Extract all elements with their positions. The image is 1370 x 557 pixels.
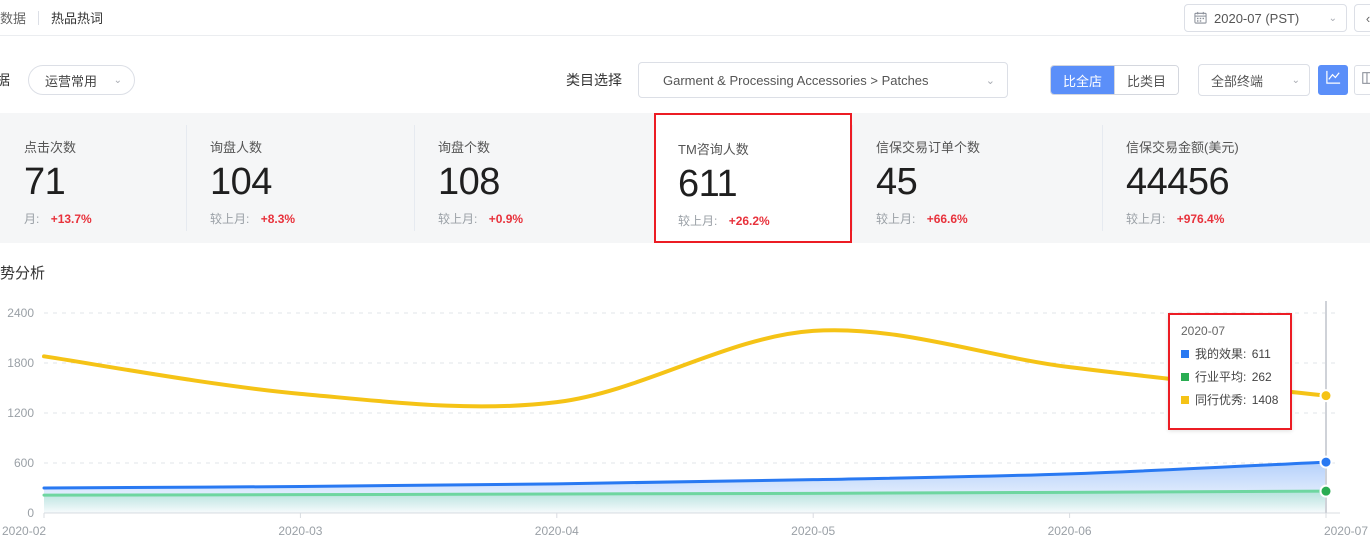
- metric-card-value: 108: [438, 160, 654, 204]
- prev-period-button[interactable]: ‹: [1354, 4, 1370, 32]
- preset-dropdown-value: 运营常用: [45, 71, 97, 90]
- tooltip-series-value: 611: [1252, 347, 1271, 361]
- terminal-select[interactable]: 全部终端 ⌄: [1198, 64, 1310, 96]
- trend-chart: 0 600 1200 1800 2400 2020-02 2020-03 2020-04 202…: [0, 295, 1370, 557]
- metric-card-compare: 月: +13.7%: [24, 210, 186, 227]
- metric-card-value: 71: [24, 160, 186, 204]
- category-select-value: Garment & Processing Accessories > Patch…: [663, 73, 986, 88]
- chevron-down-icon: ⌄: [114, 75, 122, 86]
- svg-text:2020-02: 2020-02: [2, 524, 46, 538]
- breadcrumb-item-data[interactable]: 数据: [0, 8, 38, 27]
- svg-text:600: 600: [14, 456, 34, 470]
- metric-card-title: 信保交易订单个数: [876, 137, 1102, 156]
- chevron-down-icon: ⌄: [1292, 75, 1300, 86]
- line-chart-view-button[interactable]: [1318, 65, 1348, 95]
- preset-dropdown[interactable]: 运营常用 ⌄: [28, 65, 135, 95]
- category-select[interactable]: Garment & Processing Accessories > Patch…: [638, 62, 1008, 98]
- metric-card-compare: 较上月: +976.4%: [1126, 210, 1370, 227]
- breadcrumb: 数据 热品热词: [0, 8, 115, 27]
- compare-toggle-all-store[interactable]: 比全店: [1051, 66, 1114, 94]
- svg-text:1200: 1200: [7, 406, 34, 420]
- data-label: 数据: [0, 70, 10, 90]
- table-icon: [1361, 70, 1370, 91]
- category-label: 类目选择: [566, 70, 622, 90]
- tooltip-colon: :: [1243, 393, 1250, 407]
- metric-card-compare: 较上月: +8.3%: [210, 210, 414, 227]
- breadcrumb-item-hot-words[interactable]: 热品热词: [39, 8, 115, 27]
- compare-toggle-group: 比全店 比类目: [1050, 65, 1179, 95]
- metric-card-value: 44456: [1126, 160, 1370, 204]
- svg-text:1800: 1800: [7, 356, 34, 370]
- metric-card-clicks[interactable]: 点击次数 71 月: +13.7%: [0, 113, 186, 243]
- tooltip-series-name: 行业平均: [1195, 368, 1243, 385]
- series-swatch-icon: [1181, 350, 1189, 358]
- chevron-down-icon: ⌄: [1329, 13, 1337, 24]
- metric-card-compare-label: 较上月:: [1126, 212, 1165, 226]
- metric-card-title: 信保交易金额(美元): [1126, 137, 1370, 156]
- tooltip-series-value: 262: [1252, 370, 1272, 384]
- svg-text:0: 0: [27, 506, 34, 520]
- metric-card-compare: 较上月: +0.9%: [438, 210, 654, 227]
- tooltip-series-value: 1408: [1252, 393, 1279, 407]
- metric-card-compare-label: 较上月:: [678, 214, 717, 228]
- compare-toggle-category[interactable]: 比类目: [1114, 66, 1178, 94]
- trend-chart-canvas: 0 600 1200 1800 2400 2020-02 2020-03 2020-04 202…: [0, 295, 1370, 557]
- metric-card-delta: +26.2%: [729, 214, 770, 228]
- metric-card-delta: +0.9%: [489, 212, 523, 226]
- metric-card-value: 104: [210, 160, 414, 204]
- metric-card-compare-label: 月:: [24, 212, 39, 226]
- tooltip-row: 行业平均 : 262: [1181, 368, 1279, 385]
- tooltip-series-name: 我的效果: [1195, 345, 1243, 362]
- metric-card-delta: +13.7%: [51, 212, 92, 226]
- top-bar: 数据 热品热词: [0, 0, 1370, 36]
- metric-card-delta: +976.4%: [1177, 212, 1225, 226]
- svg-text:2020-05: 2020-05: [791, 524, 835, 538]
- metric-card-delta: +8.3%: [261, 212, 295, 226]
- metric-card-compare-label: 较上月:: [438, 212, 477, 226]
- metric-card-compare: 较上月: +66.6%: [876, 210, 1102, 227]
- metric-card-value: 611: [678, 162, 850, 206]
- tooltip-colon: :: [1243, 370, 1250, 384]
- tooltip-series-name: 同行优秀: [1195, 391, 1243, 408]
- calendar-icon: [1194, 11, 1207, 26]
- metric-card-title: 询盘人数: [210, 137, 414, 156]
- metric-card-title: 询盘个数: [438, 137, 654, 156]
- top-bar-actions: 2020-07 (PST) ⌄ ‹: [1184, 0, 1370, 36]
- metric-card-compare-label: 较上月:: [210, 212, 249, 226]
- metric-card-title: TM咨询人数: [678, 139, 850, 158]
- metric-card-title: 点击次数: [24, 137, 186, 156]
- tooltip-row: 同行优秀 : 1408: [1181, 391, 1279, 408]
- svg-text:2400: 2400: [7, 306, 34, 320]
- terminal-select-value: 全部终端: [1211, 71, 1292, 90]
- metric-card-value: 45: [876, 160, 1102, 204]
- date-picker-value: 2020-07 (PST): [1214, 11, 1322, 26]
- svg-text:2020-07: 2020-07: [1324, 524, 1368, 538]
- metric-card-compare-label: 较上月:: [876, 212, 915, 226]
- tooltip-row: 我的效果 : 611: [1181, 345, 1279, 362]
- metric-card-inquiry-people[interactable]: 询盘人数 104 较上月: +8.3%: [186, 113, 414, 243]
- tooltip-date: 2020-07: [1181, 324, 1279, 338]
- svg-text:2020-04: 2020-04: [535, 524, 579, 538]
- metric-card-tm-consult[interactable]: TM咨询人数 611 较上月: +26.2%: [654, 113, 852, 243]
- series-swatch-icon: [1181, 396, 1189, 404]
- metric-card-delta: +66.6%: [927, 212, 968, 226]
- svg-text:2020-06: 2020-06: [1048, 524, 1092, 538]
- line-chart-icon: [1325, 69, 1342, 91]
- metric-card-inquiry-count[interactable]: 询盘个数 108 较上月: +0.9%: [414, 113, 654, 243]
- tooltip-colon: :: [1243, 347, 1250, 361]
- series-swatch-icon: [1181, 373, 1189, 381]
- table-view-button[interactable]: [1354, 65, 1370, 95]
- metric-card-trade-orders[interactable]: 信保交易订单个数 45 较上月: +66.6%: [852, 113, 1102, 243]
- section-title-trend: 势分析: [0, 262, 45, 283]
- page-root: 数据 热品热词: [0, 0, 1370, 557]
- date-picker[interactable]: 2020-07 (PST) ⌄: [1184, 4, 1347, 32]
- metric-card-compare: 较上月: +26.2%: [678, 212, 850, 229]
- chart-tooltip: 2020-07 我的效果 : 611 行业平均 : 262 同行优秀 : 140…: [1168, 313, 1292, 430]
- filter-bar: 数据 运营常用 ⌄ 类目选择 Garment & Processing Acce…: [0, 56, 1370, 104]
- metric-card-trade-amount[interactable]: 信保交易金额(美元) 44456 较上月: +976.4%: [1102, 113, 1370, 243]
- chevron-down-icon: ⌄: [986, 74, 995, 87]
- svg-text:2020-03: 2020-03: [278, 524, 322, 538]
- metric-cards: 点击次数 71 月: +13.7% 询盘人数 104 较上月: +8.3% 询盘…: [0, 113, 1370, 243]
